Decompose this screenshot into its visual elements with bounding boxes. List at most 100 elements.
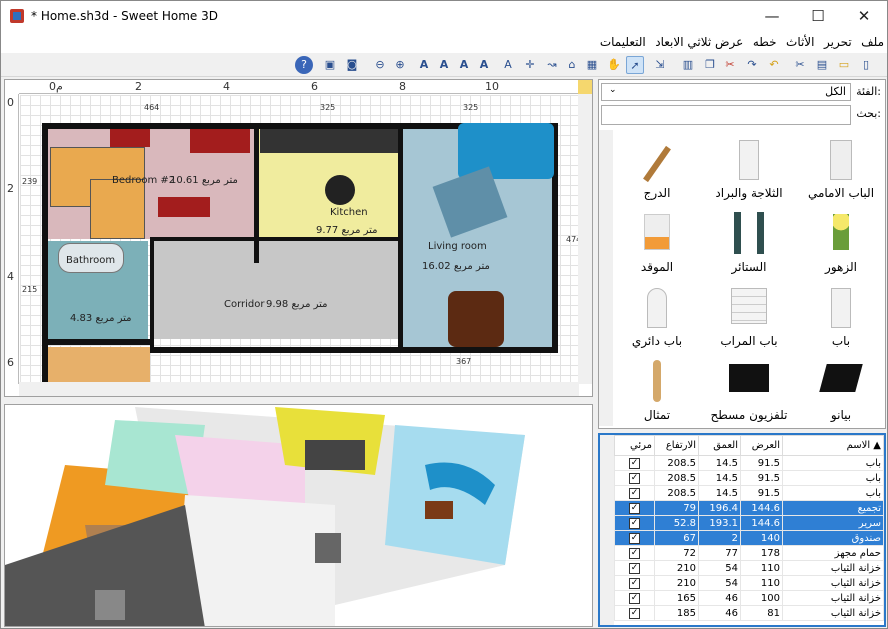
catalog-item[interactable]: الستائر xyxy=(705,204,793,278)
redo-icon[interactable]: ↷ xyxy=(743,56,761,74)
preferences-icon[interactable]: ▣ xyxy=(321,56,339,74)
plan-view[interactable]: 0م 2 4 6 8 10 0 2 4 6 464 325 325 239 21… xyxy=(4,79,593,397)
plan-vertical-scrollbar[interactable] xyxy=(578,94,592,384)
catalog-item[interactable]: باب xyxy=(797,278,885,352)
furniture-table-scrollbar[interactable] xyxy=(600,435,614,625)
menu-file[interactable]: ملف xyxy=(858,32,887,49)
visible-cell[interactable]: ✓ xyxy=(614,575,655,591)
catalog-item[interactable]: بيانو xyxy=(797,352,885,426)
plan-horizontal-scrollbar[interactable] xyxy=(19,382,579,396)
bed-furniture[interactable] xyxy=(90,179,145,239)
visible-cell[interactable]: ✓ xyxy=(614,515,655,531)
camera-icon[interactable]: ◙ xyxy=(343,56,361,74)
plan-canvas[interactable]: 464 325 325 239 215 474 367 Bedroom #2 1… xyxy=(20,95,581,384)
wall[interactable] xyxy=(150,237,154,351)
kitchen-counter[interactable] xyxy=(260,129,398,153)
search-input[interactable] xyxy=(601,105,851,125)
column-width[interactable]: العرض xyxy=(740,435,783,456)
visible-cell[interactable]: ✓ xyxy=(614,470,655,486)
select-icon[interactable]: ➚ xyxy=(626,56,644,74)
catalog-item[interactable]: الزهور xyxy=(797,204,885,278)
help-icon[interactable]: ? xyxy=(295,56,313,74)
table-row[interactable]: ✓ 208.5 14.5 91.5 باب xyxy=(614,485,884,501)
text-italic-icon[interactable]: A xyxy=(475,56,493,74)
pan-icon[interactable]: ✋ xyxy=(605,56,623,74)
catalog-item[interactable]: الثلاجة والبراد xyxy=(705,130,793,204)
wall[interactable] xyxy=(150,347,558,353)
table-row[interactable]: ✓ 185 46 81 خزانة الثياب xyxy=(614,605,884,621)
catalog-item[interactable]: تمثال xyxy=(613,352,701,426)
catalog-scrollbar[interactable] xyxy=(599,130,613,426)
table-row[interactable]: ✓ 79 196.4 144.6 تجميع xyxy=(614,500,884,516)
minimize-button[interactable]: — xyxy=(749,1,795,32)
column-depth[interactable]: العمق xyxy=(698,435,741,456)
column-height[interactable]: الارتفاع xyxy=(654,435,699,456)
save-icon[interactable]: ▤ xyxy=(813,56,831,74)
3d-view[interactable] xyxy=(4,404,593,627)
dining-table[interactable] xyxy=(448,291,504,347)
visible-checkbox[interactable]: ✓ xyxy=(629,563,640,574)
catalog-item[interactable]: الدرج xyxy=(613,130,701,204)
room-lower[interactable] xyxy=(46,347,150,384)
armchair-furniture[interactable] xyxy=(190,129,250,153)
visible-cell[interactable]: ✓ xyxy=(614,500,655,516)
chevron-down-icon[interactable]: ⌄ xyxy=(609,85,617,95)
catalog-item[interactable]: باب المراب xyxy=(705,278,793,352)
sofa-furniture[interactable] xyxy=(458,123,554,179)
visible-checkbox[interactable]: ✓ xyxy=(629,488,640,499)
delete-icon[interactable]: ▥ xyxy=(679,56,697,74)
zoom-out-icon[interactable]: ⊖ xyxy=(371,56,389,74)
table-row[interactable]: ✓ 67 2 140 صندوق xyxy=(614,530,884,546)
catalog-item[interactable]: باب دائري xyxy=(613,278,701,352)
zoom-in-icon[interactable]: ⊕ xyxy=(391,56,409,74)
table-row[interactable]: ✓ 52.8 193.1 144.6 سرير xyxy=(614,515,884,531)
chair-furniture[interactable] xyxy=(110,129,150,147)
menu-plan[interactable]: خطه xyxy=(750,32,780,49)
cut-icon[interactable]: ✂ xyxy=(721,56,739,74)
visible-checkbox[interactable]: ✓ xyxy=(629,548,640,559)
scissors-icon[interactable]: ✂ xyxy=(791,56,809,74)
visible-checkbox[interactable]: ✓ xyxy=(629,518,640,529)
visible-checkbox[interactable]: ✓ xyxy=(629,473,640,484)
desk-furniture[interactable] xyxy=(158,197,210,217)
kitchen-table[interactable] xyxy=(325,175,355,205)
column-visible[interactable]: مرئي xyxy=(614,435,655,456)
catalog-item[interactable]: الباب الامامي xyxy=(797,130,885,204)
wall[interactable] xyxy=(42,339,154,345)
visible-checkbox[interactable]: ✓ xyxy=(629,458,640,469)
visible-cell[interactable]: ✓ xyxy=(614,560,655,576)
visible-cell[interactable]: ✓ xyxy=(614,605,655,621)
visible-checkbox[interactable]: ✓ xyxy=(629,533,640,544)
menu-furniture[interactable]: الأثاث xyxy=(783,32,817,49)
visible-checkbox[interactable]: ✓ xyxy=(629,578,640,589)
column-name[interactable]: الاسم ▲ xyxy=(782,435,884,456)
close-button[interactable]: ✕ xyxy=(841,1,887,32)
category-select[interactable]: الكل xyxy=(601,83,851,101)
wall[interactable] xyxy=(150,237,400,241)
catalog-item[interactable]: الموقد xyxy=(613,204,701,278)
menu-edit[interactable]: تحرير xyxy=(821,32,855,49)
wall[interactable] xyxy=(254,123,259,263)
table-row[interactable]: ✓ 210 54 110 خزانة الثياب xyxy=(614,560,884,576)
visible-cell[interactable]: ✓ xyxy=(614,485,655,501)
text-bold-icon[interactable]: A xyxy=(415,56,433,74)
visible-cell[interactable]: ✓ xyxy=(614,530,655,546)
table-row[interactable]: ✓ 208.5 14.5 91.5 باب xyxy=(614,470,884,486)
table-row[interactable]: ✓ 72 77 178 حمام مجهز xyxy=(614,545,884,561)
new-icon[interactable]: ▯ xyxy=(857,56,875,74)
text-increase-icon[interactable]: A xyxy=(435,56,453,74)
text-decrease-icon[interactable]: A xyxy=(455,56,473,74)
plan-corner-icon[interactable] xyxy=(578,80,592,94)
open-icon[interactable]: ▭ xyxy=(835,56,853,74)
room-corridor[interactable] xyxy=(150,239,400,339)
3d-render[interactable] xyxy=(5,405,593,627)
visible-cell[interactable]: ✓ xyxy=(614,590,655,606)
add-text-icon[interactable]: A xyxy=(499,56,517,74)
catalog-item[interactable]: تلفزيون مسطح xyxy=(705,352,793,426)
add-furniture-icon[interactable]: ⇲ xyxy=(651,56,669,74)
visible-checkbox[interactable]: ✓ xyxy=(629,503,640,514)
visible-cell[interactable]: ✓ xyxy=(614,545,655,561)
menu-3d-view[interactable]: عرض ثلاثي الابعاد xyxy=(652,32,746,49)
table-row[interactable]: ✓ 165 46 100 خزانة الثياب xyxy=(614,590,884,606)
create-rooms-icon[interactable]: ⌂ xyxy=(563,56,581,74)
